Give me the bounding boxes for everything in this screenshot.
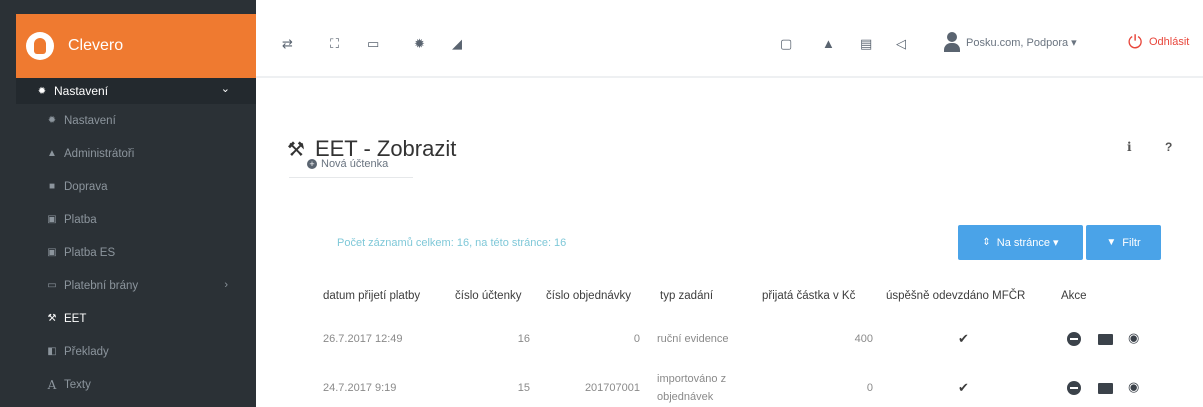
sidebar-item-doprava[interactable]: ■ Doprava — [16, 170, 256, 203]
new-receipt-label: Nová účtenka — [321, 157, 389, 170]
cell-amount: 400 — [854, 333, 873, 345]
sidebar-item-label: EET — [64, 312, 87, 325]
truck-icon: ■ — [48, 181, 56, 192]
swap-arrows-icon[interactable]: ⇄ — [282, 36, 293, 52]
gear-icon: ✹ — [47, 115, 57, 126]
envelope-icon[interactable] — [1098, 383, 1113, 394]
sidebar-item-label: Platba ES — [64, 246, 116, 259]
cancel-icon[interactable] — [1067, 332, 1081, 346]
record-count: Počet záznamů celkem: 16, na této stránc… — [337, 237, 567, 249]
column-header-order[interactable]: číslo objednávky — [546, 290, 631, 302]
cancel-icon[interactable] — [1067, 381, 1081, 395]
translate-icon: ◧ — [47, 346, 57, 357]
help-button[interactable]: ? — [1165, 140, 1172, 154]
eye-icon[interactable]: ◉ — [1128, 330, 1139, 346]
column-header-receipt[interactable]: číslo účtenky — [455, 290, 521, 302]
sidebar-group-nastaveni[interactable]: ✹ Nastavení ⌄ — [16, 78, 256, 104]
logout-link[interactable]: Odhlásit — [1149, 36, 1189, 48]
brand-name: Clevero — [68, 37, 124, 54]
money-icon: ▣ — [47, 214, 57, 225]
sidebar-item-label: Texty — [64, 378, 91, 391]
per-page-button[interactable]: ⇕ Na stránce ▾ — [958, 225, 1083, 260]
sidebar-item-platebni-brany[interactable]: ▭ Platební brány › — [16, 269, 256, 302]
fullscreen-icon[interactable]: ⛶ — [330, 36, 339, 52]
sidebar: Clevero ✹ Nastavení ⌄ ✹ Nastavení ▲ Admi… — [0, 0, 256, 407]
sidebar-item-platba-es[interactable]: ▣ Platba ES — [16, 236, 256, 269]
cell-receipt: 15 — [517, 382, 530, 394]
font-icon: A — [47, 377, 57, 392]
cell-order: 201707001 — [584, 382, 640, 394]
filter-label: Filtr — [1122, 236, 1141, 249]
cell-type: ruční evidence — [657, 333, 729, 345]
inbox-icon[interactable]: ▢ — [780, 36, 792, 52]
filter-button[interactable]: ▼ Filtr — [1086, 225, 1161, 260]
eraser-icon[interactable]: ◢ — [452, 36, 462, 52]
sidebar-item-label: Překlady — [64, 345, 109, 358]
per-page-label: Na stránce ▾ — [996, 237, 1059, 249]
bullhorn-icon[interactable]: ◁ — [896, 36, 906, 52]
sort-icon: ⇕ — [982, 237, 991, 248]
sidebar-item-platba[interactable]: ▣ Platba — [16, 203, 256, 236]
info-button[interactable]: i — [1127, 140, 1132, 154]
cell-date: 24.7.2017 9:19 — [323, 382, 397, 394]
sidebar-item-label: Platební brány — [64, 279, 139, 292]
eye-icon[interactable]: ◉ — [1128, 379, 1139, 395]
column-header-actions: Akce — [1061, 290, 1087, 302]
sidebar-item-preklady[interactable]: ◧ Překlady — [16, 335, 256, 368]
brand[interactable]: Clevero — [16, 14, 256, 78]
cell-amount: 0 — [866, 382, 873, 394]
sidebar-item-label: Administrátoři — [64, 147, 135, 160]
new-receipt-button[interactable]: + Nová účtenka — [289, 150, 413, 178]
check-icon: ✔ — [958, 380, 969, 395]
gear-icon: ✹ — [37, 85, 47, 97]
monitor-icon[interactable]: ▭ — [367, 36, 379, 52]
column-header-submitted[interactable]: úspěšně odevzdáno MFČR — [886, 290, 1025, 302]
sidebar-item-administratori[interactable]: ▲ Administrátoři — [16, 137, 256, 170]
credit-card-icon: ▭ — [47, 280, 57, 291]
envelope-icon[interactable] — [1098, 334, 1113, 345]
column-header-type[interactable]: typ zadání — [660, 290, 713, 302]
sidebar-nav: ✹ Nastavení ▲ Administrátoři ■ Doprava ▣… — [16, 104, 256, 401]
sidebar-item-label: Platba — [64, 213, 97, 226]
user-icon[interactable]: ▲ — [822, 36, 835, 51]
plus-circle-icon: + — [307, 159, 317, 169]
gavel-icon: ⚒ — [47, 313, 57, 324]
sidebar-item-label: Doprava — [64, 180, 108, 193]
chevron-down-icon: ⌄ — [220, 83, 230, 95]
cell-receipt: 16 — [517, 333, 530, 345]
gear-icon[interactable]: ✹ — [414, 36, 425, 52]
money-icon: ▣ — [47, 247, 57, 258]
sidebar-item-eet[interactable]: ⚒ EET — [16, 302, 256, 335]
chevron-right-icon: › — [224, 279, 228, 291]
user-avatar-icon — [944, 32, 960, 54]
column-header-date[interactable]: datum přijetí platby — [323, 290, 420, 302]
cell-type-line2: objednávek — [657, 391, 714, 403]
sidebar-item-texty[interactable]: A Texty — [16, 368, 256, 401]
user-menu[interactable]: Posku.com, Podpora ▾ — [966, 36, 1077, 49]
topbar: ⇄ ⛶ ▭ ✹ ◢ ▢ ▲ ▤ ◁ Posku.com, Podpora ▾ ⏻… — [256, 14, 1203, 78]
sidebar-group-label: Nastavení — [54, 84, 109, 98]
check-icon: ✔ — [958, 331, 969, 346]
cell-order: 0 — [633, 333, 640, 345]
power-icon[interactable]: ⏻ — [1128, 32, 1142, 53]
column-header-amount[interactable]: přijatá částka v Kč — [762, 290, 855, 302]
cell-date: 26.7.2017 12:49 — [323, 333, 403, 345]
book-icon[interactable]: ▤ — [860, 36, 872, 52]
cell-type: importováno z — [657, 373, 727, 385]
sidebar-item-nastaveni[interactable]: ✹ Nastavení — [16, 104, 256, 137]
sidebar-item-label: Nastavení — [64, 114, 116, 127]
brand-logo-icon — [26, 32, 54, 60]
graduation-cap-icon: ▲ — [47, 148, 57, 159]
filter-icon: ▼ — [1106, 237, 1117, 248]
